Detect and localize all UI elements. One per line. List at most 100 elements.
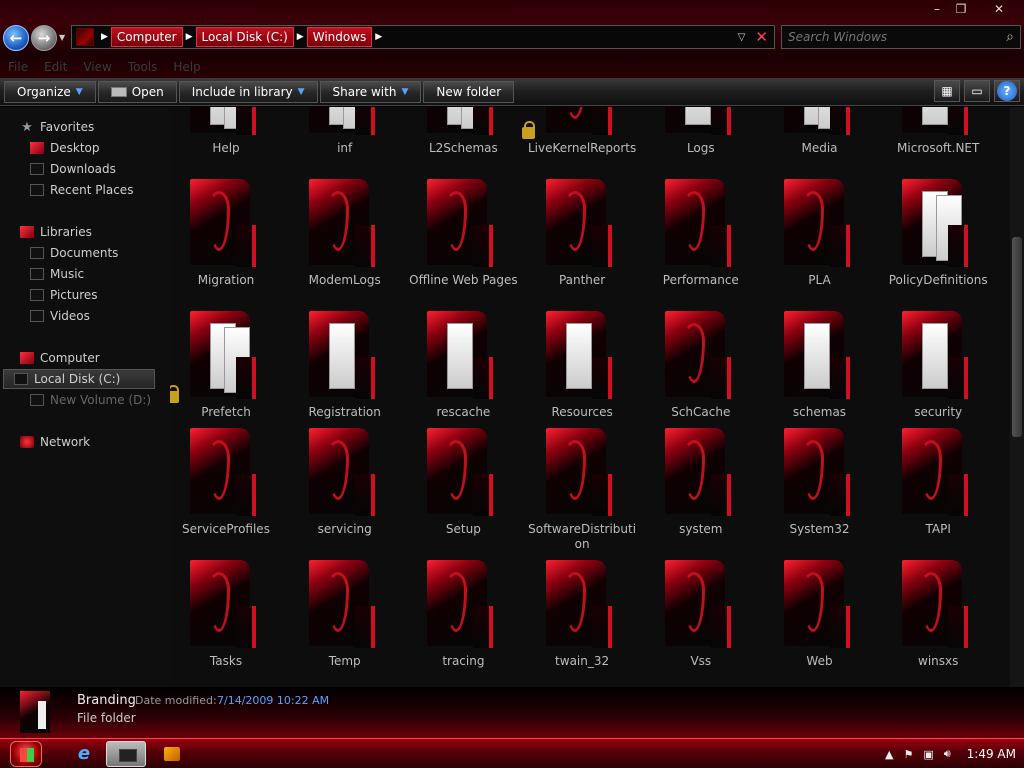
nav-libraries[interactable]: Libraries (20, 222, 92, 242)
folder-item[interactable]: TAPI (882, 428, 994, 558)
scroll-thumb[interactable] (1012, 237, 1022, 437)
nav-local-disk[interactable]: Local Disk (C:) (3, 369, 155, 389)
media-player-icon[interactable] (152, 741, 192, 767)
folder-item[interactable]: servicing (289, 428, 401, 558)
folder-item[interactable]: PolicyDefinitions (882, 179, 994, 309)
breadcrumb-arrow-icon[interactable]: ▶ (98, 32, 111, 42)
folder-name: Temp (328, 654, 361, 668)
folder-item[interactable]: System32 (764, 428, 876, 558)
organize-button[interactable]: Organize ▼ (4, 80, 96, 103)
breadcrumb-local-disk[interactable]: Local Disk (C:) (195, 27, 294, 47)
folder-item[interactable]: Microsoft.NET (882, 107, 994, 177)
search-box[interactable]: ⌕ (781, 25, 1021, 49)
nav-music[interactable]: Music (30, 264, 84, 284)
folder-item[interactable]: Temp (289, 560, 401, 687)
nav-recent-places[interactable]: Recent Places (30, 180, 133, 200)
vertical-scrollbar[interactable] (1010, 107, 1024, 687)
folder-item[interactable]: inf (289, 107, 401, 177)
folder-item[interactable]: twain_32 (526, 560, 638, 687)
folder-item[interactable]: Help (170, 107, 282, 177)
volume-icon[interactable]: 🔊︎ (944, 747, 951, 761)
menu-file[interactable]: File (8, 60, 28, 74)
clock[interactable]: 1:49 AM (967, 747, 1016, 761)
folder-item[interactable]: Migration (170, 179, 282, 309)
open-button[interactable]: Open (97, 80, 177, 103)
menu-help[interactable]: Help (173, 60, 200, 74)
menu-tools[interactable]: Tools (128, 60, 158, 74)
menu-edit[interactable]: Edit (44, 60, 67, 74)
nav-pictures[interactable]: Pictures (30, 285, 98, 305)
search-icon[interactable]: ⌕ (1006, 29, 1014, 45)
nav-videos[interactable]: Videos (30, 306, 90, 326)
folder-item[interactable]: Logs (645, 107, 757, 177)
nav-network[interactable]: Network (20, 432, 90, 452)
search-input[interactable] (788, 30, 988, 44)
breadcrumb-arrow-icon[interactable]: ▶ (183, 32, 196, 42)
preview-pane-button[interactable]: ▭ (964, 80, 990, 102)
folder-item[interactable]: Registration (289, 311, 401, 441)
breadcrumb-windows[interactable]: Windows (306, 27, 373, 47)
folder-item[interactable]: rescache (407, 311, 519, 441)
folder-name: Offline Web Pages (409, 273, 518, 287)
folder-item[interactable]: Resources (526, 311, 638, 441)
nav-computer[interactable]: Computer (20, 348, 100, 368)
menu-view[interactable]: View (83, 60, 111, 74)
folder-item[interactable]: ServiceProfiles (170, 428, 282, 558)
folder-item[interactable]: SchCache (645, 311, 757, 441)
address-bar[interactable]: ▶ Computer ▶ Local Disk (C:) ▶ Windows ▶… (71, 25, 775, 49)
folder-item[interactable]: Prefetch (170, 311, 282, 441)
internet-explorer-icon[interactable]: e (64, 741, 104, 767)
folder-item[interactable]: Panther (526, 179, 638, 309)
nav-favorites[interactable]: ★ Favorites (20, 117, 94, 137)
folder-name: SchCache (671, 405, 731, 419)
change-view-button[interactable]: ▦ (934, 80, 960, 102)
folder-item[interactable]: security (882, 311, 994, 441)
show-hidden-icons-icon[interactable]: ▲ (885, 748, 893, 761)
folder-item[interactable]: Performance (645, 179, 757, 309)
new-folder-button[interactable]: New folder (423, 80, 515, 103)
back-button[interactable]: ← (3, 25, 29, 51)
back-arrow-icon: ← (9, 29, 23, 47)
folder-item[interactable]: Tasks (170, 560, 282, 687)
folder-item[interactable]: SoftwareDistribution (526, 428, 638, 558)
folder-item[interactable]: Setup (407, 428, 519, 558)
date-modified-value[interactable]: 7/14/2009 10:22 AM (217, 694, 329, 707)
downloads-icon (30, 163, 44, 175)
breadcrumb-arrow-icon[interactable]: ▶ (372, 32, 385, 42)
close-button[interactable]: ✕ (984, 0, 1014, 18)
nav-documents[interactable]: Documents (30, 243, 118, 263)
breadcrumb-arrow-icon[interactable]: ▶ (294, 32, 307, 42)
share-with-button[interactable]: Share with ▼ (319, 80, 422, 103)
nav-desktop[interactable]: Desktop (30, 138, 100, 158)
nav-downloads[interactable]: Downloads (30, 159, 116, 179)
help-button[interactable]: ? (994, 80, 1020, 102)
folder-icon (20, 691, 50, 733)
action-center-flag-icon[interactable]: ⚑ (903, 748, 913, 761)
folder-item[interactable]: LiveKernelReports (522, 107, 638, 177)
command-bar: Organize ▼ Open Include in library ▼ Share… (0, 78, 1024, 106)
network-tray-icon[interactable]: ▣ (923, 748, 933, 761)
folder-item[interactable]: Web (764, 560, 876, 687)
windows-explorer-taskbar-button[interactable] (106, 741, 146, 767)
folder-item[interactable]: tracing (407, 560, 519, 687)
folder-item[interactable]: winsxs (882, 560, 994, 687)
clear-address-icon[interactable]: ✕ (755, 28, 768, 46)
breadcrumb-computer[interactable]: Computer (110, 27, 183, 47)
include-in-library-button[interactable]: Include in library ▼ (178, 80, 318, 103)
folder-item[interactable]: L2Schemas (407, 107, 519, 177)
maximize-button[interactable]: ❐ (946, 0, 976, 18)
nav-new-volume[interactable]: New Volume (D:) (30, 390, 151, 410)
folder-item[interactable]: schemas (764, 311, 876, 441)
folder-item[interactable]: system (645, 428, 757, 558)
folder-item[interactable]: Media (764, 107, 876, 177)
item-type: File folder (77, 711, 136, 725)
folder-item[interactable]: ModemLogs (289, 179, 401, 309)
videos-icon (30, 310, 44, 322)
address-dropdown-icon[interactable]: ▽ (738, 32, 746, 43)
forward-button[interactable]: → (31, 25, 57, 51)
recent-pages-dropdown[interactable]: ▼ (59, 33, 65, 42)
folder-item[interactable]: Offline Web Pages (407, 179, 519, 309)
start-button[interactable] (10, 741, 42, 767)
folder-item[interactable]: PLA (764, 179, 876, 309)
folder-item[interactable]: Vss (645, 560, 757, 687)
